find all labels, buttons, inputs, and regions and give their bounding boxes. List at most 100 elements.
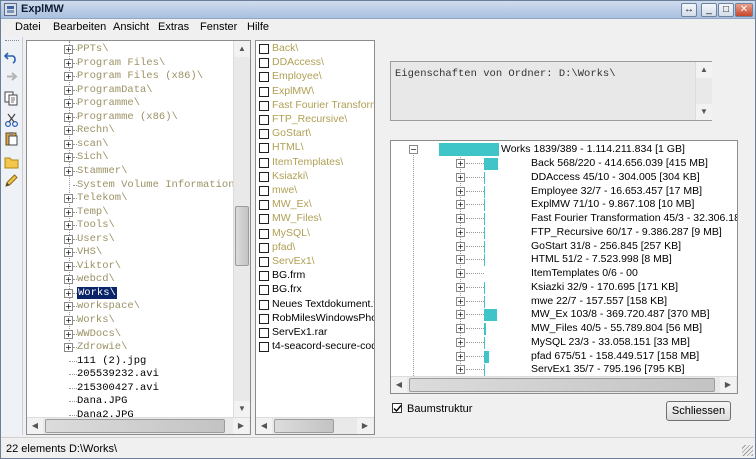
scroll-right-icon[interactable]: ▶ <box>357 418 373 434</box>
expand-icon[interactable]: + <box>64 288 73 298</box>
size-tree-item[interactable]: + Ksiazki 32/9 - 170.695 [171 KB] <box>391 281 737 295</box>
expand-icon[interactable]: + <box>456 310 465 320</box>
scroll-left-icon[interactable]: ◀ <box>27 418 43 434</box>
size-tree-item[interactable]: + MW_Ex 103/8 - 369.720.487 [370 MB] <box>391 308 737 322</box>
content-list[interactable]: Back\ DDAccess\ Employee\ ExplMW\ Fast Fouri… <box>255 40 375 435</box>
item-checkbox[interactable] <box>259 100 269 111</box>
paste-icon[interactable] <box>4 131 19 146</box>
expand-icon[interactable]: + <box>64 207 73 217</box>
expand-icon[interactable]: + <box>64 275 73 285</box>
folder-tree-scroll-thumb[interactable] <box>235 206 249 266</box>
item-checkbox[interactable] <box>259 200 269 211</box>
size-tree-hscroll-thumb[interactable] <box>409 378 715 392</box>
content-list-hscroll-thumb[interactable] <box>274 419 334 433</box>
size-tree-item[interactable]: + HTML 51/2 - 7.523.998 [8 MB] <box>391 253 737 267</box>
folder-icon[interactable] <box>4 155 19 170</box>
folder-tree-hscroll[interactable]: ◀ ▶ <box>27 417 250 434</box>
folder-list-item[interactable]: ItemTemplates\ <box>256 156 374 170</box>
expand-icon[interactable]: + <box>456 365 465 375</box>
folder-tree-item[interactable]: + VHS\ <box>64 246 102 258</box>
folder-tree-hscroll-thumb[interactable] <box>45 419 225 433</box>
expand-icon[interactable]: + <box>64 166 73 176</box>
size-tree-item[interactable]: + DDAccess 45/10 - 304.005 [304 KB] <box>391 171 737 185</box>
folder-tree-item[interactable]: + Program Files\ <box>64 57 165 69</box>
properties-box[interactable]: Eigenschaften von Ordner: D:\Works\ ▲ ▼ <box>390 61 712 121</box>
expand-icon[interactable]: + <box>456 241 465 251</box>
expand-icon[interactable]: + <box>456 269 465 278</box>
size-tree-item[interactable]: + GoStart 31/8 - 256.845 [257 KB] <box>391 240 737 254</box>
size-tree-item[interactable]: + ExplMW 71/10 - 9.867.108 [10 MB] <box>391 198 737 212</box>
folder-list-item[interactable]: ServEx1\ <box>256 255 374 269</box>
expand-icon[interactable]: + <box>64 302 73 312</box>
close-window-button[interactable]: ✕ <box>735 3 753 17</box>
folder-list-item[interactable]: pfad\ <box>256 241 374 255</box>
folder-list-item[interactable]: MySQL\ <box>256 227 374 241</box>
folder-list-item[interactable]: FTP_Recursive\ <box>256 113 374 127</box>
expand-icon[interactable]: + <box>64 72 73 82</box>
expand-icon[interactable]: + <box>456 200 465 210</box>
folder-tree-item[interactable]: + Temp\ <box>64 206 109 218</box>
item-checkbox[interactable] <box>259 257 269 267</box>
expand-icon[interactable]: + <box>64 221 73 231</box>
item-checkbox[interactable] <box>259 313 269 324</box>
scroll-right-icon[interactable]: ▶ <box>233 418 249 434</box>
item-checkbox[interactable] <box>259 72 269 83</box>
size-tree-item[interactable]: + Back 568/220 - 414.656.039 [415 MB] <box>391 157 737 171</box>
scroll-down-icon[interactable]: ▼ <box>234 401 250 417</box>
item-checkbox[interactable] <box>259 86 269 97</box>
scroll-down-icon[interactable]: ▼ <box>696 104 712 120</box>
file-list-item[interactable]: t4-seacord-secure-coding.pdf <box>256 340 374 354</box>
toolbar-grip[interactable] <box>5 40 19 42</box>
size-tree-item[interactable]: + mwe 22/7 - 157.557 [158 KB] <box>391 295 737 309</box>
folder-list-item[interactable]: HTML\ <box>256 141 374 155</box>
pencil-icon[interactable] <box>4 173 19 188</box>
expand-icon[interactable]: + <box>456 296 465 306</box>
folder-list-item[interactable]: Ksiazki\ <box>256 170 374 184</box>
scroll-up-icon[interactable]: ▲ <box>696 62 712 78</box>
size-tree[interactable]: − Works 1839/389 - 1.114.211.834 [1 GB] + B… <box>390 140 738 394</box>
scroll-up-icon[interactable]: ▲ <box>234 41 250 57</box>
item-checkbox[interactable] <box>259 285 269 296</box>
file-list-item[interactable]: BG.frx <box>256 283 374 297</box>
item-checkbox[interactable] <box>259 228 269 239</box>
folder-tree-item[interactable]: + Stammer\ <box>64 165 127 177</box>
menu-extras[interactable]: Extras <box>158 21 189 33</box>
expand-icon[interactable]: + <box>456 255 465 265</box>
folder-tree-item[interactable]: + Rechn\ <box>64 124 115 136</box>
folder-tree-item[interactable]: + ProgramData\ <box>64 84 153 96</box>
item-checkbox[interactable] <box>259 44 269 54</box>
folder-tree-item[interactable]: + Programme\ <box>64 97 140 109</box>
tree-structure-label[interactable]: Baumstruktur <box>407 403 472 415</box>
collapse-icon[interactable]: − <box>409 145 418 154</box>
folder-tree-item[interactable]: + Works\ <box>64 314 115 326</box>
item-checkbox[interactable] <box>259 143 269 154</box>
scroll-left-icon[interactable]: ◀ <box>256 418 272 434</box>
size-tree-item[interactable]: + Employee 32/7 - 16.653.457 [17 MB] <box>391 185 737 199</box>
size-tree-item[interactable]: + MW_Files 40/5 - 55.789.804 [56 MB] <box>391 322 737 336</box>
folder-list-item[interactable]: Employee\ <box>256 70 374 84</box>
expand-icon[interactable]: + <box>456 324 465 333</box>
menu-fenster[interactable]: Fenster <box>200 21 237 33</box>
folder-tree-item[interactable]: + Works\ <box>64 286 117 299</box>
restore-icon[interactable]: ↔ <box>681 3 697 17</box>
file-list-item[interactable]: BG.frm <box>256 269 374 283</box>
file-tree-item[interactable]: Dana.JPG <box>64 395 127 407</box>
properties-vscroll[interactable]: ▲ ▼ <box>695 62 712 120</box>
expand-icon[interactable]: + <box>64 194 73 204</box>
item-checkbox[interactable] <box>259 171 269 182</box>
item-checkbox[interactable] <box>259 115 269 125</box>
file-tree-item[interactable]: 111 (2).jpg <box>64 355 146 367</box>
folder-list-item[interactable]: MW_Files\ <box>256 212 374 226</box>
item-checkbox[interactable] <box>259 186 269 196</box>
size-tree-item[interactable]: + FTP_Recursive 60/17 - 9.386.287 [9 MB] <box>391 226 737 240</box>
folder-list-item[interactable]: Fast Fourier Transformation\ <box>256 99 374 113</box>
undo-icon[interactable] <box>4 49 19 64</box>
expand-icon[interactable]: + <box>456 337 465 347</box>
resize-grip-icon[interactable] <box>742 445 753 456</box>
folder-list-item[interactable]: MW_Ex\ <box>256 198 374 212</box>
file-tree-item[interactable]: 205539232.avi <box>64 368 159 380</box>
tree-structure-checkbox[interactable] <box>392 403 402 413</box>
size-tree-item[interactable]: + MySQL 23/3 - 33.058.151 [33 MB] <box>391 336 737 350</box>
folder-tree-item[interactable]: + Telekom\ <box>64 192 127 204</box>
expand-icon[interactable]: + <box>456 227 465 237</box>
